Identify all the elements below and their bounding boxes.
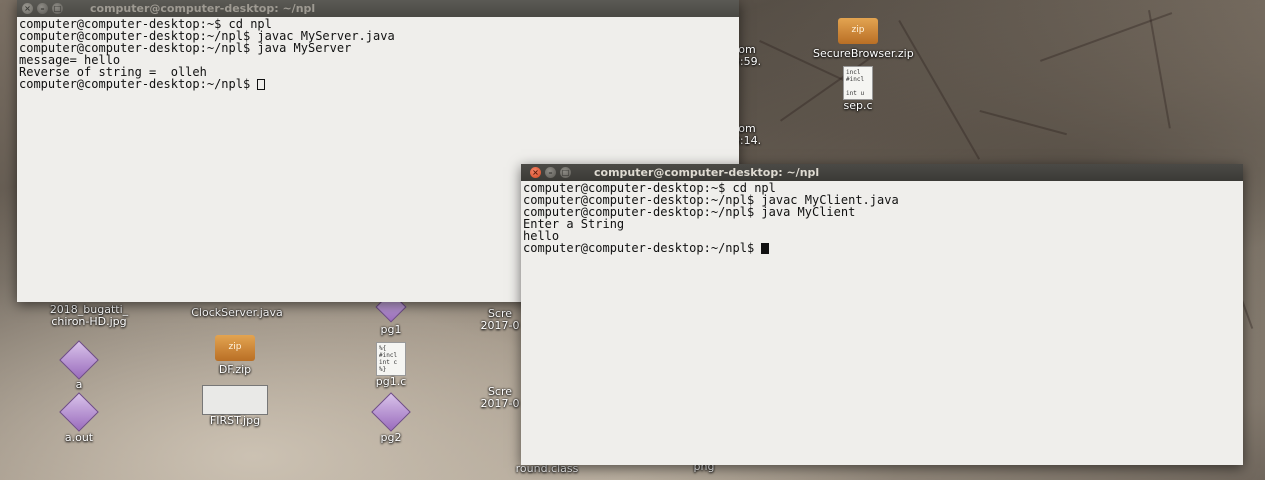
icon-label: pg2: [380, 431, 402, 444]
df-zip-icon[interactable]: zip DF.zip: [190, 335, 280, 376]
zip-file-icon: zip: [215, 335, 255, 361]
a-out-icon[interactable]: a.out: [34, 392, 124, 444]
first-jpg-icon[interactable]: FIRST.jpg: [190, 385, 280, 427]
a-icon[interactable]: a: [34, 340, 124, 391]
icon-label: SecureBrowser.zip: [813, 47, 914, 60]
terminal-prompt: computer@computer-desktop:~/npl$: [19, 77, 258, 91]
icon-label: a.out: [64, 431, 94, 444]
close-icon[interactable]: ×: [530, 167, 541, 178]
terminal-output[interactable]: computer@computer-desktop:~$ cd npl comp…: [521, 181, 1243, 465]
client-terminal-window[interactable]: × – □ computer@computer-desktop: ~/npl c…: [521, 164, 1243, 465]
client-terminal-titlebar[interactable]: × – □ computer@computer-desktop: ~/npl: [521, 164, 1243, 181]
executable-icon: [59, 392, 99, 432]
window-title: computer@computer-desktop: ~/npl: [594, 166, 820, 179]
maximize-icon[interactable]: □: [52, 3, 63, 14]
icon-label: 2018_bugatti_ chiron-HD.jpg: [49, 303, 129, 328]
terminal-prompt-line: computer@computer-desktop:~/npl$: [19, 78, 737, 90]
securebrowser-zip-icon[interactable]: zip SecureBrowser.zip: [813, 18, 914, 60]
icon-label: FIRST.jpg: [209, 414, 261, 427]
text-cursor: [761, 243, 770, 254]
terminal-line: Enter a String: [523, 217, 625, 231]
clockserver-java-icon[interactable]: ClockServer.java: [182, 304, 292, 319]
minimize-icon[interactable]: –: [37, 3, 48, 14]
c-source-file-icon: incl #incl int u: [843, 66, 873, 100]
c-source-file-icon: %{ #incl int c %}: [376, 342, 406, 376]
pg1-icon[interactable]: pg1: [346, 291, 436, 336]
pg2-icon[interactable]: pg2: [346, 392, 436, 444]
icon-label: ClockServer.java: [191, 306, 283, 319]
sep-c-icon[interactable]: incl #incl int u sep.c: [813, 66, 903, 112]
image-thumbnail-icon: [202, 385, 268, 415]
pg1-c-icon[interactable]: %{ #incl int c %} pg1.c: [346, 342, 436, 388]
executable-lock-icon: [59, 340, 99, 380]
bugatti-jpg-icon[interactable]: 2018_bugatti_ chiron-HD.jpg: [44, 304, 134, 328]
maximize-icon[interactable]: □: [560, 167, 571, 178]
icon-label: pg1.c: [375, 375, 407, 388]
icon-label: DF.zip: [218, 363, 252, 376]
minimize-icon[interactable]: –: [545, 167, 556, 178]
executable-icon: [371, 392, 411, 432]
terminal-line: computer@computer-desktop:~/npl$ java My…: [523, 205, 856, 219]
terminal-line: computer@computer-desktop:~/npl$ java My…: [19, 41, 352, 55]
server-terminal-titlebar[interactable]: × – □ computer@computer-desktop: ~/npl: [17, 0, 739, 17]
text-cursor: [257, 79, 266, 90]
terminal-prompt-line: computer@computer-desktop:~/npl$: [523, 242, 1241, 254]
close-icon[interactable]: ×: [22, 3, 33, 14]
zip-file-icon: zip: [838, 18, 878, 44]
icon-label: sep.c: [843, 99, 873, 112]
terminal-prompt: computer@computer-desktop:~/npl$: [523, 241, 762, 255]
icon-label: pg1: [380, 323, 402, 336]
icon-label: a: [75, 378, 83, 391]
window-title: computer@computer-desktop: ~/npl: [90, 2, 316, 15]
